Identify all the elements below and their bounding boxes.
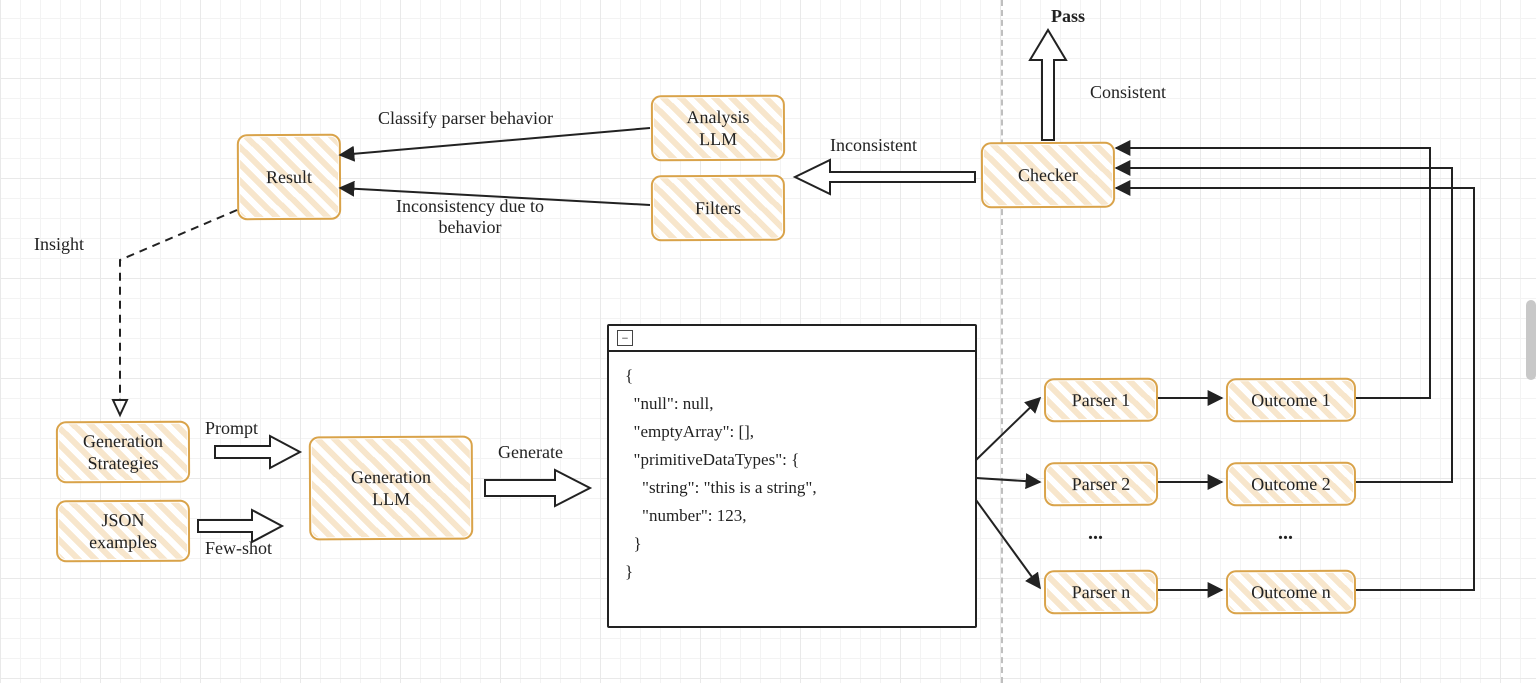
- code-content: { "null": null, "emptyArray": [], "primi…: [609, 352, 975, 600]
- parser-1-label: Parser 1: [1072, 389, 1131, 412]
- prompt-label: Prompt: [205, 418, 258, 439]
- generate-label: Generate: [498, 442, 563, 463]
- generation-llm-label: Generation LLM: [351, 465, 431, 510]
- outcome-ellipsis: ...: [1278, 522, 1293, 545]
- inconsistency-due-label: Inconsistency due to behavior: [396, 196, 544, 238]
- json-examples-label: JSON examples: [89, 508, 157, 553]
- parser-n-box: Parser n: [1044, 570, 1158, 615]
- diagram-canvas: Result Analysis LLM Filters Checker Gene…: [0, 0, 1536, 683]
- scrollbar-thumb[interactable]: [1526, 300, 1536, 380]
- pass-label: Pass: [1051, 6, 1085, 27]
- outcome-1-box: Outcome 1: [1226, 378, 1356, 423]
- parser-1-box: Parser 1: [1044, 378, 1158, 423]
- parser-ellipsis: ...: [1088, 522, 1103, 545]
- generation-strategies-label: Generation Strategies: [83, 429, 163, 474]
- parser-2-box: Parser 2: [1044, 462, 1158, 507]
- code-window: − { "null": null, "emptyArray": [], "pri…: [607, 324, 977, 628]
- vertical-guide-line: [1001, 0, 1003, 683]
- parser-2-label: Parser 2: [1072, 473, 1131, 496]
- code-titlebar: −: [609, 326, 975, 352]
- analysis-llm-box: Analysis LLM: [651, 95, 785, 162]
- outcome-2-box: Outcome 2: [1226, 462, 1356, 507]
- classify-label: Classify parser behavior: [378, 108, 553, 129]
- inconsistent-label: Inconsistent: [830, 135, 917, 156]
- consistent-label: Consistent: [1090, 82, 1166, 103]
- generation-strategies-box: Generation Strategies: [56, 421, 190, 484]
- analysis-llm-label: Analysis LLM: [686, 105, 749, 150]
- checker-box: Checker: [981, 142, 1115, 209]
- result-label: Result: [266, 166, 312, 189]
- insight-label: Insight: [34, 234, 84, 255]
- filters-box: Filters: [651, 175, 785, 242]
- outcome-n-box: Outcome n: [1226, 570, 1356, 615]
- minimize-icon[interactable]: −: [617, 330, 633, 346]
- parser-n-label: Parser n: [1072, 581, 1131, 604]
- outcome-1-label: Outcome 1: [1251, 389, 1331, 412]
- outcome-2-label: Outcome 2: [1251, 473, 1331, 496]
- result-box: Result: [237, 134, 341, 221]
- json-examples-box: JSON examples: [56, 500, 190, 563]
- checker-label: Checker: [1018, 164, 1078, 187]
- outcome-n-label: Outcome n: [1251, 581, 1331, 604]
- fewshot-label: Few-shot: [205, 538, 272, 559]
- filters-label: Filters: [695, 197, 741, 220]
- generation-llm-box: Generation LLM: [309, 436, 474, 541]
